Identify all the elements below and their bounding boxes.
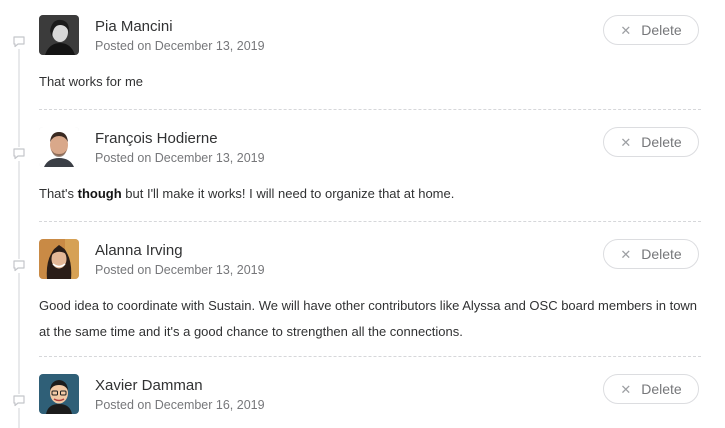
comment-body: Good idea to coordinate with Sustain. We… — [39, 298, 698, 339]
comment-thread: Pia Mancini Posted on December 13, 2019 … — [0, 0, 725, 428]
close-icon: ✕ — [620, 134, 632, 150]
timeline-line — [18, 38, 20, 428]
delete-label: Delete — [641, 246, 682, 262]
post-date: Posted on December 13, 2019 — [95, 263, 265, 277]
author-name[interactable]: Pia Mancini — [95, 18, 173, 35]
delete-button[interactable]: ✕ Delete — [603, 127, 699, 157]
avatar[interactable] — [39, 15, 79, 55]
comment-bubble-icon — [12, 259, 26, 273]
avatar[interactable] — [39, 127, 79, 167]
comment-bubble-icon — [12, 35, 26, 49]
delete-label: Delete — [641, 22, 682, 38]
author-name[interactable]: Xavier Damman — [95, 377, 203, 394]
delete-label: Delete — [641, 381, 682, 397]
comment-divider — [39, 109, 701, 110]
comment-body: That works for me — [39, 74, 144, 89]
avatar[interactable] — [39, 374, 79, 414]
comment-divider — [39, 221, 701, 222]
comment-bubble-icon — [12, 394, 26, 408]
close-icon: ✕ — [620, 246, 632, 262]
post-date: Posted on December 13, 2019 — [95, 39, 265, 53]
post-date: Posted on December 16, 2019 — [95, 398, 265, 412]
close-icon: ✕ — [620, 381, 632, 397]
delete-label: Delete — [641, 134, 682, 150]
delete-button[interactable]: ✕ Delete — [603, 15, 699, 45]
author-name[interactable]: François Hodierne — [95, 130, 218, 147]
delete-button[interactable]: ✕ Delete — [603, 239, 699, 269]
comment-divider — [39, 356, 701, 357]
avatar[interactable] — [39, 239, 79, 279]
delete-button[interactable]: ✕ Delete — [603, 374, 699, 404]
comment-bubble-icon — [12, 147, 26, 161]
post-date: Posted on December 13, 2019 — [95, 151, 265, 165]
author-name[interactable]: Alanna Irving — [95, 242, 183, 259]
close-icon: ✕ — [620, 22, 632, 38]
comment-body: That's though but I'll make it works! I … — [39, 186, 455, 201]
